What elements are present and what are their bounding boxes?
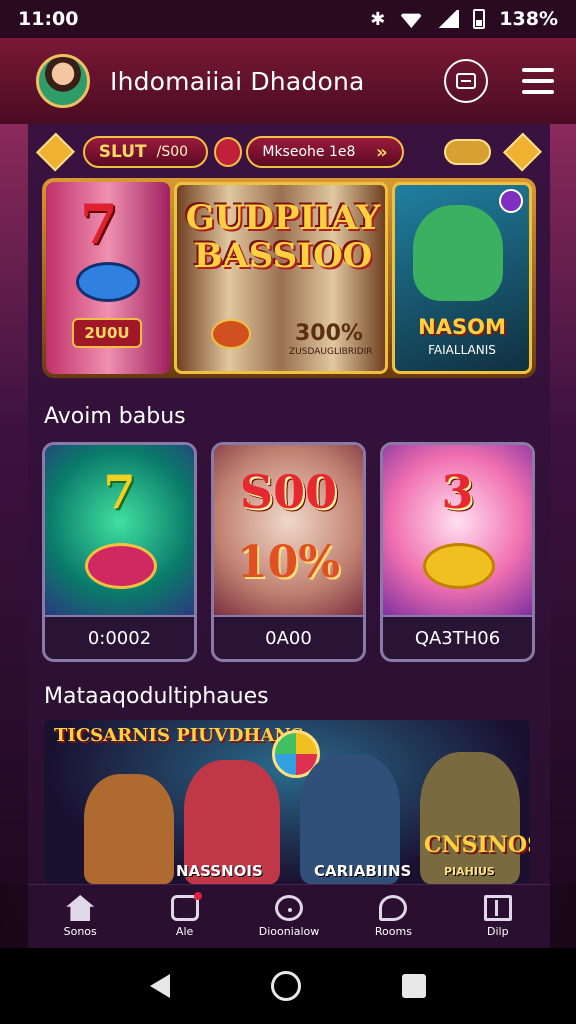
bonus-section-title: Avoim babus [44,404,186,429]
app-header: Ihdomaiiai Dhadona [0,38,576,124]
bonus-card-symbol: S00 [239,465,338,519]
reel-right: NASOM FAIALLANIS [392,182,532,374]
slot-value: /S00 [156,144,189,160]
home-button-icon[interactable] [270,971,301,1001]
multiplayer-section-title: Mataaqodultiphaues [44,684,269,709]
gold-coin-icon [423,543,495,589]
message-pill[interactable]: Mkseohe 1e8 » [246,136,404,168]
diamond-icon [503,132,542,172]
hero-title: GUDPIIAY BASSIOO [185,198,381,276]
nav-label: Ale [175,925,194,938]
chevron-right-icon: » [375,141,388,163]
chat-button[interactable] [444,59,488,103]
bonus-card-art: S00 10% [214,445,363,615]
reel-left-value: 2U0U [72,318,142,348]
bonus-card[interactable]: 7 0:0002 [42,442,197,662]
status-icons: ✱ 138% [370,8,558,30]
bonus-card[interactable]: S00 10% 0A00 [211,442,366,662]
nav-label: Dioonialow [258,925,320,938]
diamond-icon [36,132,75,172]
bonus-card-art: 3 [383,445,532,615]
lips-icon [85,543,157,589]
jackpot-strip: SLUT /S00 Mkseohe 1e8 » [36,130,542,174]
avatar[interactable] [36,54,90,108]
status-time: 11:00 [18,8,79,30]
reel-left: 7 2U0U [46,182,170,374]
chat-icon [456,73,476,89]
reel-right-title: NASOM [418,315,506,339]
reel-right-sub: FAIALLANIS [428,343,496,357]
system-nav-bar [0,948,576,1024]
coin-icon [211,319,251,349]
back-icon[interactable] [150,974,171,998]
phone-screen: 11:00 ✱ 138% Ihdomaiiai Dhadona SLUT /S0… [0,0,576,1024]
nav-label: Rooms [374,925,412,938]
app-title: Ihdomaiiai Dhadona [110,66,365,96]
bonus-card-row: 7 0:0002 S00 10% 0A00 3 QA3TH06 [42,442,536,662]
nav-item-discover[interactable]: Dioonialow [237,885,341,948]
slot-pill[interactable]: SLUT /S00 [82,136,208,168]
hero-percent: 300% [295,321,363,346]
bluetooth-icon: ✱ [370,8,386,30]
banner-caption: CNSINOS [424,832,530,858]
status-bar: 11:00 ✱ 138% [0,0,576,38]
wifi-icon [399,13,424,28]
menu-button[interactable] [522,68,554,94]
banner-title: TICSARNIS PIUVDHANS [54,725,304,746]
banner-caption: CARIABIINS [314,862,412,880]
right-decoration [550,124,576,884]
rooms-icon [379,895,408,921]
main-content: SLUT /S00 Mkseohe 1e8 » 7 2U0U GUDPIIAY … [28,124,550,884]
banner-caption: PIAHIUS [444,865,495,878]
multiplayer-banner[interactable]: TICSARNIS PIUVDHANS NASSNOIS CARIABIINS … [44,720,530,884]
bonus-card-symbol: 7 [103,465,136,519]
character-bear [84,774,174,884]
bonus-card-value: QA3TH06 [383,615,532,659]
bonus-card-symbol: 3 [441,465,474,519]
seven-symbol: 7 [80,192,118,256]
bonus-card-value: 0:0002 [45,615,194,659]
nav-item-rooms[interactable]: Rooms [341,885,445,948]
badge-icon [499,189,523,213]
bonus-card-value: 0A00 [214,615,363,659]
key-icon [443,139,492,165]
battery-icon [473,9,486,29]
discover-icon [275,895,304,921]
bottom-nav: Sonos Ale Dioonialow Rooms Dilp [28,884,550,948]
nav-label: Dilp [487,925,509,938]
message-text: Mkseohe 1e8 [262,144,356,160]
menu-icon-bar [522,68,554,72]
menu-icon-bar [522,79,554,83]
recents-icon[interactable] [401,974,426,998]
left-decoration [0,124,28,884]
nav-item-home[interactable]: Sonos [28,885,132,948]
bonus-card[interactable]: 3 QA3TH06 [380,442,535,662]
heart-icon [213,137,243,167]
home-icon [66,895,95,921]
hero-slot-machine[interactable]: 7 2U0U GUDPIIAY BASSIOO 300% ZUSDAUGLIBR… [42,178,536,378]
hero-percent-sub: ZUSDAUGLIBRIDIR [289,347,373,357]
alerts-icon [170,892,202,921]
nav-label: Sonos [63,925,97,938]
bonus-card-art: 7 [45,445,194,615]
slot-label: SLUT [98,142,147,162]
bonus-card-percent: 10% [236,537,341,588]
reel-center: GUDPIIAY BASSIOO 300% ZUSDAUGLIBRIDIR [174,182,388,374]
banner-caption: NASSNOIS [176,862,263,880]
signal-icon [437,10,460,28]
blue-gem-icon [76,262,140,302]
nav-item-alerts[interactable]: Ale [132,885,236,948]
nav-item-help[interactable]: Dilp [446,885,550,948]
battery-percent: 138% [499,8,558,30]
creature-art [413,205,503,301]
help-icon [483,895,512,921]
menu-icon-bar [522,90,554,94]
